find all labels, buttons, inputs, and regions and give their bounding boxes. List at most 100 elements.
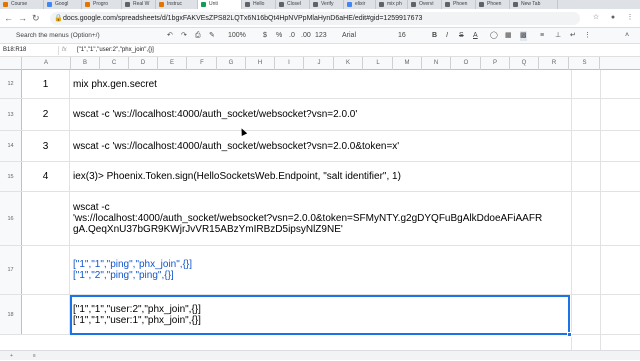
cell-b[interactable]: iex(3)> Phoenix.Token.sign(HelloSocketsW… xyxy=(71,162,571,191)
column-header[interactable]: G xyxy=(217,57,246,70)
italic-button[interactable]: I xyxy=(446,31,448,41)
browser-tab[interactable]: Phoen xyxy=(442,0,476,9)
row-header[interactable]: 17 xyxy=(0,246,22,294)
column-header[interactable]: K xyxy=(334,57,363,70)
more-icon[interactable]: ⋮ xyxy=(584,31,591,41)
browser-tab[interactable]: Verify xyxy=(310,0,344,9)
column-header[interactable]: P xyxy=(481,57,510,70)
browser-tab[interactable]: mix ph xyxy=(376,0,408,9)
more-formats-button[interactable]: 123 xyxy=(315,31,327,41)
browser-tab[interactable]: New Tab xyxy=(510,0,558,9)
paint-format-icon[interactable]: ✎ xyxy=(209,31,215,41)
borders-icon[interactable]: ▦ xyxy=(505,31,512,41)
tab-label: Hello xyxy=(253,1,265,7)
row-header[interactable]: 15 xyxy=(0,162,22,191)
formula-input[interactable]: ["1","1","user:2","phx_join",{}] xyxy=(77,44,154,57)
currency-button[interactable]: $ xyxy=(263,31,267,41)
cell-b[interactable]: ["1","1","ping","phx_join",{}] ["1","2",… xyxy=(71,246,571,294)
column-header[interactable]: C xyxy=(100,57,129,70)
row-header[interactable]: 16 xyxy=(0,192,22,245)
select-all-corner[interactable] xyxy=(0,57,22,70)
column-header[interactable]: F xyxy=(188,57,217,70)
cell-b[interactable]: wscat -c 'ws://localhost:4000/auth_socke… xyxy=(71,99,571,130)
font-size-select[interactable]: 16 xyxy=(398,31,406,41)
row-header[interactable]: 12 xyxy=(0,70,22,98)
column-header[interactable]: N xyxy=(422,57,451,70)
font-select[interactable]: Arial xyxy=(342,31,356,41)
sheets-toolbar: Search the menus (Option+/) ↶ ↷ ⎙ ✎ 100%… xyxy=(0,28,640,44)
tab-favicon-icon xyxy=(479,2,484,7)
extensions-icon[interactable]: ● xyxy=(607,12,619,24)
cell-b[interactable]: mix phx.gen.secret xyxy=(71,70,571,98)
cell-a[interactable] xyxy=(22,246,70,294)
column-header[interactable]: E xyxy=(158,57,187,70)
browser-tab[interactable]: Progro xyxy=(82,0,122,9)
text-color-button[interactable]: A xyxy=(473,31,478,41)
print-icon[interactable]: ⎙ xyxy=(195,31,201,41)
cell-a[interactable] xyxy=(22,295,70,334)
browser-tab[interactable]: Real W xyxy=(122,0,156,9)
column-header[interactable]: I xyxy=(275,57,304,70)
row-header[interactable]: 13 xyxy=(0,99,22,130)
strikethrough-button[interactable]: S xyxy=(459,31,464,41)
browser-tab[interactable]: Googl xyxy=(44,0,82,9)
collapse-icon[interactable]: ˄ xyxy=(625,31,629,41)
search-menus[interactable]: Search the menus (Option+/) xyxy=(16,31,100,41)
column-header[interactable]: D xyxy=(129,57,158,70)
browser-tab[interactable]: Unti xyxy=(198,0,242,9)
back-icon[interactable]: ← xyxy=(4,13,13,24)
row-header[interactable]: 14 xyxy=(0,131,22,161)
browser-tab[interactable]: Closel xyxy=(276,0,310,9)
reload-icon[interactable]: ↻ xyxy=(32,13,40,24)
row-header[interactable]: 18 xyxy=(0,295,22,334)
undo-icon[interactable]: ↶ xyxy=(167,31,173,41)
browser-tab[interactable]: Phoen xyxy=(476,0,510,9)
redo-icon[interactable]: ↷ xyxy=(181,31,187,41)
column-header[interactable]: Q xyxy=(510,57,539,70)
increase-decimal-button[interactable]: .00 xyxy=(301,31,311,41)
column-header[interactable]: O xyxy=(452,57,481,70)
column-header[interactable]: H xyxy=(246,57,275,70)
table-row: 16 wscat -c 'ws://localhost:4000/auth_soc… xyxy=(0,192,640,246)
browser-tab[interactable]: Overvi xyxy=(408,0,442,9)
name-box[interactable]: B18:R18 xyxy=(3,44,43,57)
bold-button[interactable]: B xyxy=(432,31,437,41)
column-header[interactable]: A xyxy=(22,57,71,70)
column-header[interactable]: S xyxy=(570,57,600,70)
browser-tab[interactable]: elixir xyxy=(344,0,376,9)
cell-a[interactable] xyxy=(22,192,70,245)
cell-a[interactable]: 2 xyxy=(22,99,70,130)
cell-a[interactable]: 4 xyxy=(22,162,70,191)
table-row: 12 1 mix phx.gen.secret xyxy=(0,70,640,99)
column-header[interactable]: J xyxy=(305,57,334,70)
tab-label: Course xyxy=(11,1,28,7)
merge-cells-icon[interactable]: ▩ xyxy=(520,31,527,41)
browser-tab[interactable]: Instruc xyxy=(156,0,198,9)
tab-label: mix ph xyxy=(387,1,402,7)
cell-a[interactable]: 1 xyxy=(22,70,70,98)
url-input[interactable]: 🔒 docs.google.com/spreadsheets/d/1bgxFAK… xyxy=(50,12,580,25)
cell-b[interactable]: ["1","1","user:2","phx_join",{}] ["1","1… xyxy=(71,295,571,334)
cell-b[interactable]: wscat -c 'ws://localhost:4000/auth_socke… xyxy=(71,192,571,245)
wrap-icon[interactable]: ↵ xyxy=(570,31,576,41)
tab-favicon-icon xyxy=(245,2,250,7)
percent-button[interactable]: % xyxy=(276,31,282,41)
table-row: 13 2 wscat -c 'ws://localhost:4000/auth_so… xyxy=(0,99,640,131)
column-header[interactable]: R xyxy=(540,57,569,70)
browser-tab[interactable]: Hello xyxy=(242,0,276,9)
browser-tab[interactable]: Course xyxy=(0,0,44,9)
table-row: 14 3 wscat -c 'ws://localhost:4000/auth_so… xyxy=(0,131,640,162)
forward-icon[interactable]: → xyxy=(18,13,27,24)
column-header[interactable]: M xyxy=(393,57,422,70)
menu-icon[interactable]: ⋮ xyxy=(624,12,636,24)
star-icon[interactable]: ☆ xyxy=(590,12,602,24)
fill-color-icon[interactable]: ◯ xyxy=(490,31,498,41)
align-icon[interactable]: ≡ xyxy=(540,31,544,41)
cell-b[interactable]: wscat -c 'ws://localhost:4000/auth_socke… xyxy=(71,131,571,161)
column-header[interactable]: B xyxy=(71,57,100,70)
valign-icon[interactable]: ⊥ xyxy=(555,31,561,41)
zoom-select[interactable]: 100% xyxy=(228,31,246,41)
cell-a[interactable]: 3 xyxy=(22,131,70,161)
column-header[interactable]: L xyxy=(364,57,393,70)
decrease-decimal-button[interactable]: .0 xyxy=(289,31,295,41)
